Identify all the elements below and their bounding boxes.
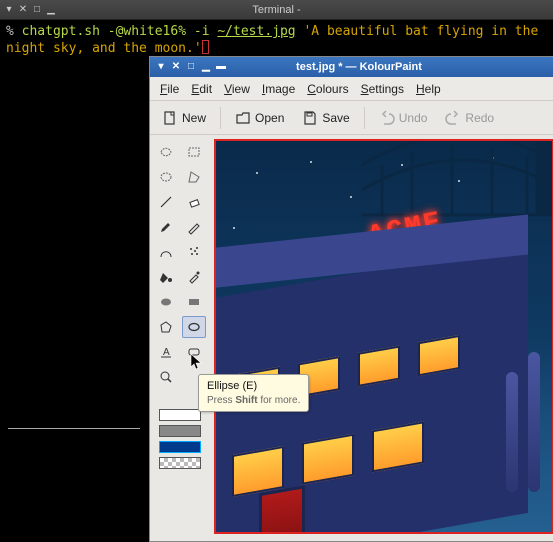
- tool-filled-rect[interactable]: [182, 291, 206, 313]
- tool-free-select[interactable]: [154, 141, 178, 163]
- tool-rect-select[interactable]: [182, 141, 206, 163]
- menu-edit[interactable]: Edit: [191, 82, 212, 96]
- kp-workspace: A Ellipse (E) Press Shift for more.: [150, 135, 553, 541]
- minimize-icon[interactable]: ▁: [46, 5, 56, 15]
- menu-file[interactable]: File: [160, 82, 179, 96]
- drop-icon[interactable]: ▾: [155, 61, 167, 73]
- kp-menubar: File Edit View Image Colours Settings He…: [150, 77, 553, 101]
- cmd-name: chatgpt.sh: [22, 24, 100, 39]
- kp-toolbar: New Open Save Undo Redo: [150, 101, 553, 135]
- swatch-blue[interactable]: [159, 441, 201, 453]
- tool-zoom[interactable]: [154, 366, 178, 388]
- tool-line[interactable]: [154, 191, 178, 213]
- terminal-titlebar: ▾ ✕ □ ▁ Terminal -: [0, 0, 553, 20]
- kp-title: test.jpg * — KolourPaint: [232, 61, 486, 73]
- maximize-icon[interactable]: □: [185, 61, 197, 73]
- terminal-window-controls: ▾ ✕ □ ▁: [0, 5, 60, 15]
- tooltip-sub: Press Shift for more.: [207, 394, 300, 408]
- toolbar-separator: [364, 107, 365, 129]
- redo-button[interactable]: Redo: [439, 107, 500, 129]
- save-button[interactable]: Save: [296, 107, 355, 129]
- drop-icon[interactable]: ▾: [4, 5, 14, 15]
- tool-grid: A: [154, 141, 206, 388]
- kp-toolbox: A Ellipse (E) Press Shift for more.: [150, 135, 210, 541]
- kolourpaint-window: ▾ ✕ □ ▁ ▬ test.jpg * — KolourPaint File …: [149, 56, 553, 542]
- tool-curve[interactable]: [154, 241, 178, 263]
- tool-tooltip: Ellipse (E) Press Shift for more.: [198, 374, 309, 412]
- close-icon[interactable]: ✕: [18, 5, 28, 15]
- tool-rounded-rect[interactable]: [182, 341, 206, 363]
- pillar-2: [528, 352, 540, 492]
- tool-filled-oval[interactable]: [154, 291, 178, 313]
- save-label: Save: [322, 111, 349, 125]
- tooltip-title: Ellipse (E): [207, 379, 300, 394]
- folder-open-icon: [235, 110, 251, 126]
- kp-window-controls: ▾ ✕ □ ▁ ▬: [150, 61, 232, 73]
- redo-label: Redo: [465, 111, 494, 125]
- cmd-path: ~/test.jpg: [217, 24, 295, 39]
- terminal-body[interactable]: % chatgpt.sh -@white16% -i ~/test.jpg 'A…: [0, 20, 553, 61]
- shade-icon[interactable]: ▬: [215, 61, 227, 73]
- menu-help[interactable]: Help: [416, 82, 441, 96]
- tool-polygon[interactable]: [154, 316, 178, 338]
- swatch-white[interactable]: [159, 409, 201, 421]
- tooltip-sub-pre: Press: [207, 395, 235, 406]
- canvas-viewport[interactable]: ACME LABS: [210, 135, 553, 541]
- tool-text[interactable]: A: [154, 341, 178, 363]
- tool-eraser[interactable]: [182, 191, 206, 213]
- kp-titlebar[interactable]: ▾ ✕ □ ▁ ▬ test.jpg * — KolourPaint: [150, 57, 553, 77]
- tool-flood-fill[interactable]: [154, 266, 178, 288]
- cmd-opt: -@white16%: [108, 24, 186, 39]
- menu-image[interactable]: Image: [262, 82, 295, 96]
- maximize-icon[interactable]: □: [32, 5, 42, 15]
- swatch-grey[interactable]: [159, 425, 201, 437]
- menu-settings[interactable]: Settings: [361, 82, 404, 96]
- terminal-title: Terminal -: [60, 4, 493, 16]
- new-label: New: [182, 111, 206, 125]
- canvas-image[interactable]: ACME LABS: [214, 139, 553, 534]
- text-cursor: [202, 40, 209, 54]
- undo-icon: [379, 110, 395, 126]
- prompt-symbol: %: [6, 24, 14, 39]
- tool-ellipse-select[interactable]: [154, 166, 178, 188]
- redo-icon: [445, 110, 461, 126]
- building-door: [262, 489, 302, 534]
- save-icon: [302, 110, 318, 126]
- svg-text:A: A: [163, 347, 170, 358]
- undo-label: Undo: [399, 111, 428, 125]
- close-icon[interactable]: ✕: [170, 61, 182, 73]
- tool-brush[interactable]: [154, 216, 178, 238]
- tool-ellipse[interactable]: [182, 316, 206, 338]
- tool-pencil[interactable]: [182, 216, 206, 238]
- tool-color-picker[interactable]: [182, 266, 206, 288]
- pillar-1: [506, 372, 518, 492]
- swatch-transparent[interactable]: [159, 457, 201, 469]
- terminal-hr: [8, 428, 140, 429]
- menu-view[interactable]: View: [224, 82, 250, 96]
- tooltip-sub-bold: Shift: [235, 395, 257, 406]
- menu-colours[interactable]: Colours: [307, 82, 348, 96]
- minimize-icon[interactable]: ▁: [200, 61, 212, 73]
- color-swatches: [154, 409, 206, 469]
- cmd-flag: -i: [194, 24, 210, 39]
- open-button[interactable]: Open: [229, 107, 290, 129]
- undo-button[interactable]: Undo: [373, 107, 434, 129]
- tool-poly-select[interactable]: [182, 166, 206, 188]
- toolbar-separator: [220, 107, 221, 129]
- new-button[interactable]: New: [156, 107, 212, 129]
- tooltip-sub-post: for more.: [258, 395, 301, 406]
- open-label: Open: [255, 111, 284, 125]
- tool-spray[interactable]: [182, 241, 206, 263]
- new-file-icon: [162, 110, 178, 126]
